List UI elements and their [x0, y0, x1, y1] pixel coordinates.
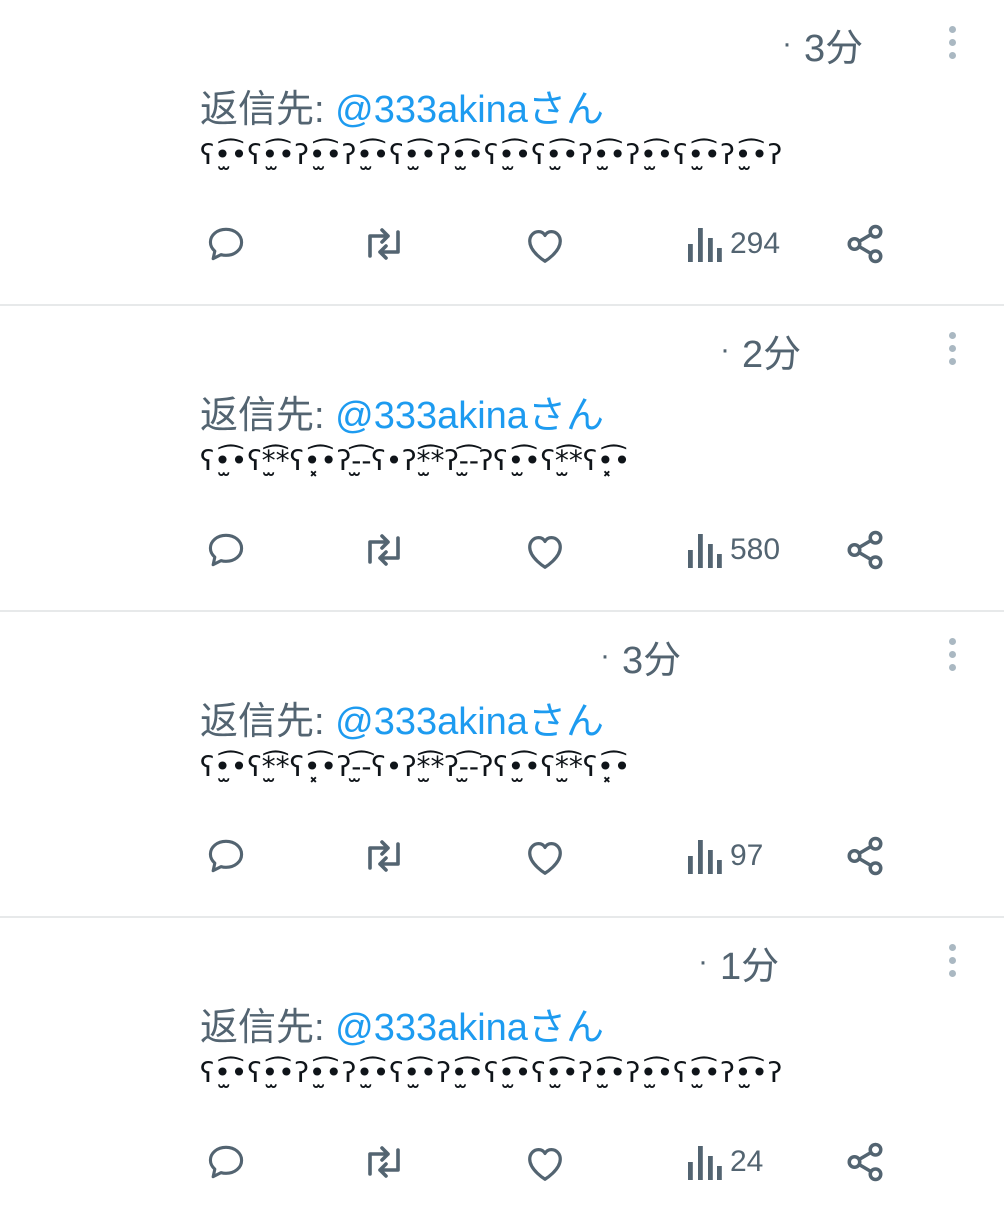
- tweet[interactable]: · 1分 返信先: @333akinaさん ʕ•̫͡•ʕ•̫͡•ʔ•̫͡•ʔ•̫…: [0, 918, 1004, 1224]
- tweet-timestamp[interactable]: · 1分: [698, 940, 779, 988]
- share-icon: [847, 1142, 883, 1182]
- views-icon: [688, 228, 722, 262]
- like-button[interactable]: [522, 1138, 568, 1186]
- like-button[interactable]: [522, 832, 568, 880]
- action-bar: 97: [0, 832, 1004, 880]
- reply-button[interactable]: [204, 220, 248, 268]
- action-bar: 294: [0, 220, 1004, 268]
- reply-handle-link[interactable]: @333akina: [335, 89, 528, 131]
- retweet-icon: [368, 840, 400, 872]
- share-icon: [847, 530, 883, 570]
- like-button[interactable]: [522, 526, 568, 574]
- reply-icon: [208, 1145, 244, 1179]
- retweet-button[interactable]: [360, 832, 408, 880]
- retweet-icon: [368, 1146, 400, 1178]
- tweet-timestamp[interactable]: · 3分: [600, 634, 681, 682]
- reply-suffix: さん: [527, 701, 604, 743]
- reply-suffix: さん: [527, 1007, 604, 1049]
- views-button[interactable]: 24: [686, 1138, 763, 1186]
- reply-to-line: 返信先: @333akinaさん: [200, 996, 604, 1051]
- reply-prefix: 返信先:: [200, 395, 325, 437]
- views-button[interactable]: 97: [686, 832, 763, 880]
- retweet-button[interactable]: [360, 526, 408, 574]
- share-icon: [847, 224, 883, 264]
- tweet-text: ʕ•̫͡•ʕ*̫͡*ʕ•͓͡•ʔ-̫͡-ʕ•ʔ*̫͡*ʔ-̫͡-ʔʕ•̫͡•ʕ*…: [200, 444, 631, 477]
- tweet[interactable]: · 2分 返信先: @333akinaさん ʕ•̫͡•ʕ*̫͡*ʕ•͓͡•ʔ-̫…: [0, 306, 1004, 612]
- reply-to-line: 返信先: @333akinaさん: [200, 384, 604, 439]
- reply-button[interactable]: [204, 526, 248, 574]
- reply-to-line: 返信先: @333akinaさん: [200, 78, 604, 133]
- separator-dot: ·: [782, 27, 792, 60]
- reply-icon: [208, 839, 244, 873]
- retweet-button[interactable]: [360, 220, 408, 268]
- retweet-button[interactable]: [360, 1138, 408, 1186]
- heart-icon: [528, 1147, 562, 1181]
- separator-dot: ·: [698, 945, 708, 978]
- reply-prefix: 返信先:: [200, 701, 325, 743]
- reply-handle-link[interactable]: @333akina: [335, 395, 528, 437]
- views-count: 24: [730, 1145, 764, 1178]
- like-button[interactable]: [522, 220, 568, 268]
- separator-dot: ·: [600, 639, 610, 672]
- reply-prefix: 返信先:: [200, 89, 325, 131]
- reply-suffix: さん: [527, 89, 604, 131]
- views-button[interactable]: 294: [686, 220, 780, 268]
- time-label: 2分: [742, 333, 802, 376]
- more-options-icon[interactable]: [936, 636, 968, 672]
- views-icon: [688, 534, 722, 568]
- reply-prefix: 返信先:: [200, 1007, 325, 1049]
- tweet[interactable]: · 3分 返信先: @333akinaさん ʕ•̫͡•ʕ•̫͡•ʔ•̫͡•ʔ•̫…: [0, 0, 1004, 306]
- reply-button[interactable]: [204, 1138, 248, 1186]
- reply-handle-link[interactable]: @333akina: [335, 1007, 528, 1049]
- heart-icon: [528, 229, 562, 263]
- more-options-icon[interactable]: [936, 942, 968, 978]
- more-options-icon[interactable]: [936, 24, 968, 60]
- tweet-text: ʕ•̫͡•ʕ•̫͡•ʔ•̫͡•ʔ•̫͡•ʕ•̫͡•ʔ•̫͡•ʕ•̫͡•ʕ•̫͡•…: [200, 138, 783, 171]
- views-count: 97: [730, 839, 764, 872]
- reply-handle-link[interactable]: @333akina: [335, 701, 528, 743]
- views-icon: [688, 1146, 722, 1180]
- share-button[interactable]: [844, 526, 886, 574]
- reply-button[interactable]: [204, 832, 248, 880]
- share-button[interactable]: [844, 220, 886, 268]
- tweet-text: ʕ•̫͡•ʕ*̫͡*ʕ•͓͡•ʔ-̫͡-ʕ•ʔ*̫͡*ʔ-̫͡-ʔʕ•̫͡•ʕ*…: [200, 750, 631, 783]
- retweet-icon: [368, 534, 400, 566]
- share-icon: [847, 836, 883, 876]
- views-count: 294: [730, 227, 781, 260]
- tweet-timestamp[interactable]: · 3分: [782, 22, 863, 70]
- tweet[interactable]: · 3分 返信先: @333akinaさん ʕ•̫͡•ʕ*̫͡*ʕ•͓͡•ʔ-̫…: [0, 612, 1004, 918]
- views-button[interactable]: 580: [686, 526, 780, 574]
- share-button[interactable]: [844, 1138, 886, 1186]
- reply-to-line: 返信先: @333akinaさん: [200, 690, 604, 745]
- time-label: 3分: [804, 27, 864, 70]
- share-button[interactable]: [844, 832, 886, 880]
- separator-dot: ·: [720, 333, 730, 366]
- more-options-icon[interactable]: [936, 330, 968, 366]
- views-count: 580: [730, 533, 781, 566]
- tweet-text: ʕ•̫͡•ʕ•̫͡•ʔ•̫͡•ʔ•̫͡•ʕ•̫͡•ʔ•̫͡•ʕ•̫͡•ʕ•̫͡•…: [200, 1056, 783, 1089]
- reply-icon: [208, 227, 244, 261]
- time-label: 3分: [622, 639, 682, 682]
- retweet-icon: [368, 228, 400, 260]
- reply-icon: [208, 533, 244, 567]
- action-bar: 580: [0, 526, 1004, 574]
- reply-suffix: さん: [527, 395, 604, 437]
- heart-icon: [528, 535, 562, 569]
- tweet-timestamp[interactable]: · 2分: [720, 328, 801, 376]
- time-label: 1分: [720, 945, 780, 988]
- action-bar: 24: [0, 1138, 1004, 1186]
- views-icon: [688, 840, 722, 874]
- heart-icon: [528, 841, 562, 875]
